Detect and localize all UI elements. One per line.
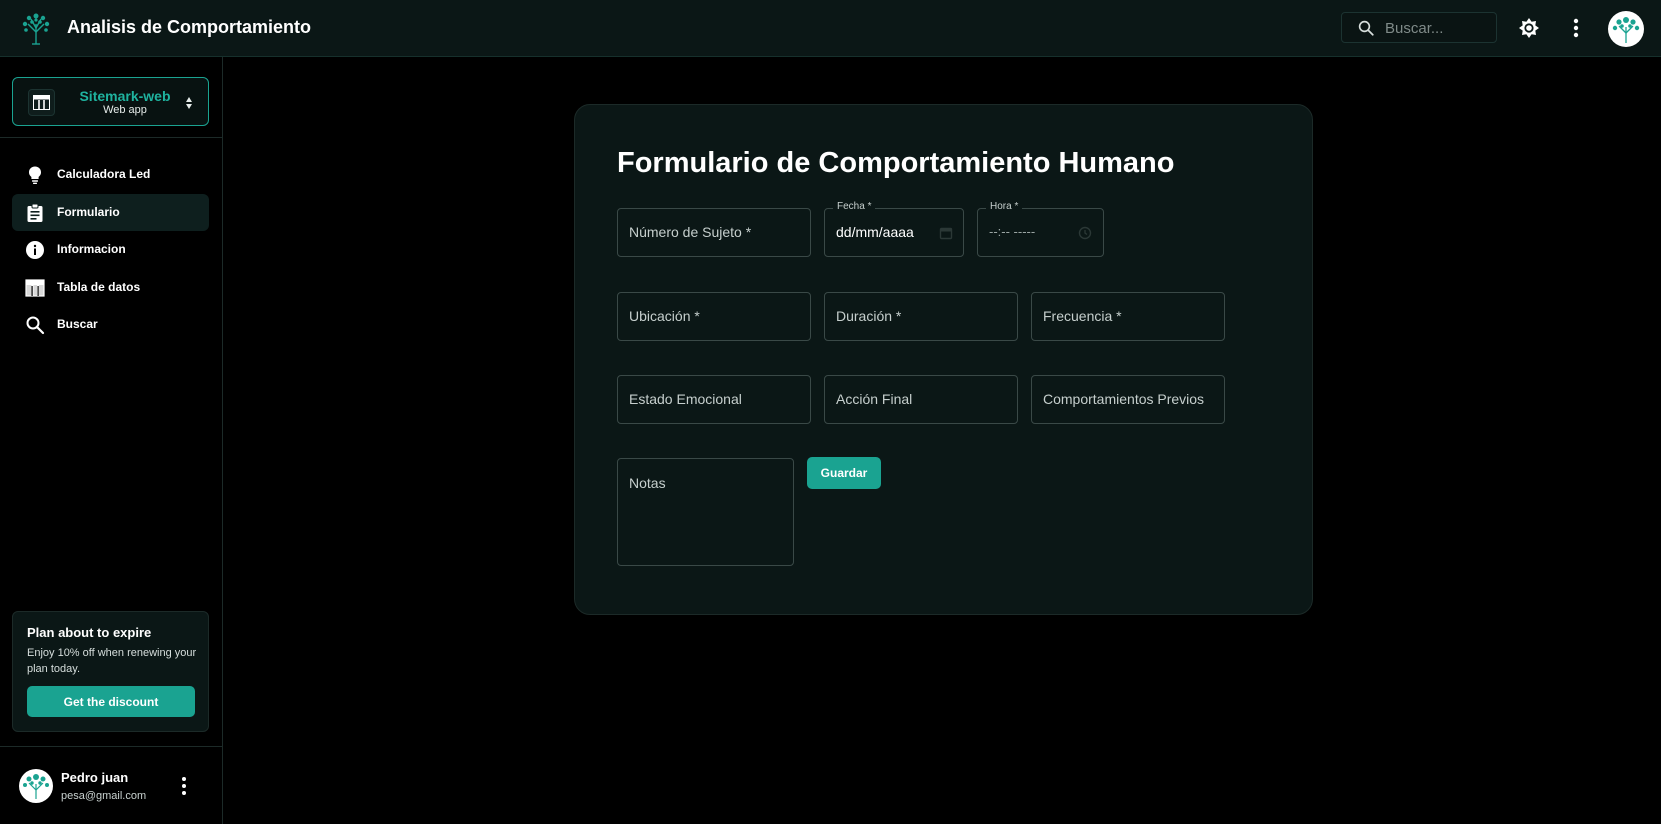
field-label: Frecuencia *: [1043, 308, 1122, 324]
sidebar-item-label: Informacion: [57, 242, 126, 257]
date-field[interactable]: Fecha * dd/mm/aaaa: [824, 201, 964, 257]
project-icon: [28, 89, 55, 116]
unfold-icon: [186, 97, 192, 109]
page-title: Formulario de Comportamiento Humano: [617, 147, 1175, 179]
frequency-field[interactable]: Frecuencia *: [1031, 292, 1225, 341]
calendar-icon[interactable]: [939, 226, 953, 240]
sidebar-nav: Calculadora Led Formulario Informacion T…: [12, 156, 209, 344]
field-label: Duración *: [836, 308, 902, 324]
emotional-state-field[interactable]: Estado Emocional: [617, 375, 811, 424]
brightness-icon[interactable]: [1517, 16, 1541, 40]
clipboard-icon: [27, 203, 43, 222]
subject-number-field[interactable]: Número de Sujeto *: [617, 208, 811, 257]
info-icon: [26, 241, 44, 260]
project-subtitle: Web app: [103, 104, 147, 116]
field-label: Estado Emocional: [629, 391, 742, 407]
project-selector[interactable]: Sitemark-web Web app: [12, 77, 209, 126]
promo-text: Enjoy 10% off when renewing your plan to…: [27, 647, 197, 675]
more-vert-icon[interactable]: [176, 775, 192, 797]
field-label: Acción Final: [836, 391, 913, 407]
avatar[interactable]: [1608, 11, 1644, 47]
project-name: Sitemark-web: [79, 88, 171, 104]
sidebar-item-buscar[interactable]: Buscar: [12, 306, 209, 343]
field-label: Comportamientos Previos: [1043, 391, 1205, 407]
table-icon: [25, 279, 45, 297]
duration-field[interactable]: Duración *: [824, 292, 1018, 341]
user-avatar[interactable]: [19, 769, 53, 803]
get-discount-button[interactable]: Get the discount: [27, 686, 195, 717]
sidebar-item-informacion[interactable]: Informacion: [12, 231, 209, 268]
promo-title: Plan about to expire: [27, 625, 152, 640]
search-box[interactable]: [1341, 12, 1497, 43]
form-card: Formulario de Comportamiento Humano Núme…: [574, 104, 1313, 615]
field-label: Número de Sujeto *: [629, 224, 752, 240]
field-value: dd/mm/aaaa: [836, 224, 914, 240]
sidebar: Sitemark-web Web app Calculadora Led For…: [0, 57, 223, 824]
field-label: Fecha *: [833, 201, 876, 212]
divider: [0, 137, 223, 138]
final-action-field[interactable]: Acción Final: [824, 375, 1018, 424]
divider: [0, 746, 223, 747]
sidebar-item-label: Calculadora Led: [57, 167, 151, 181]
field-value: --:-- -----: [989, 224, 1036, 239]
lightbulb-icon: [29, 166, 41, 184]
table-icon: [33, 95, 50, 110]
tree-logo-icon: [22, 13, 50, 45]
location-field[interactable]: Ubicación *: [617, 292, 811, 341]
search-input[interactable]: [1385, 17, 1490, 39]
search-icon: [1358, 20, 1374, 36]
sidebar-item-calculadora-led[interactable]: Calculadora Led: [12, 156, 209, 193]
tree-avatar-icon: [1612, 17, 1640, 43]
clock-icon[interactable]: [1078, 226, 1092, 240]
field-label: Hora *: [986, 201, 1023, 212]
sidebar-item-tabla-de-datos[interactable]: Tabla de datos: [12, 269, 209, 306]
user-name: Pedro juan: [61, 770, 129, 785]
tree-avatar-icon: [23, 774, 49, 799]
previous-behaviors-field[interactable]: Comportamientos Previos: [1031, 375, 1225, 424]
notes-field[interactable]: Notas: [617, 458, 794, 566]
user-email: pesa@gmail.com: [61, 790, 147, 802]
sidebar-item-formulario[interactable]: Formulario: [12, 193, 209, 231]
time-field[interactable]: Hora * --:-- -----: [977, 201, 1104, 257]
sidebar-item-label: Buscar: [57, 317, 98, 332]
field-label: Notas: [629, 475, 666, 491]
field-label: Ubicación *: [629, 308, 700, 324]
sidebar-item-label: Formulario: [57, 204, 120, 219]
more-vert-icon[interactable]: [1566, 16, 1586, 40]
save-button[interactable]: Guardar: [807, 457, 881, 489]
sidebar-item-label: Tabla de datos: [57, 279, 141, 294]
app-title: Analisis de Comportamiento: [67, 17, 312, 37]
app-bar: Analisis de Comportamiento: [0, 0, 1661, 57]
search-icon: [26, 316, 45, 335]
plan-promo-card: Plan about to expire Enjoy 10% off when …: [12, 611, 209, 732]
